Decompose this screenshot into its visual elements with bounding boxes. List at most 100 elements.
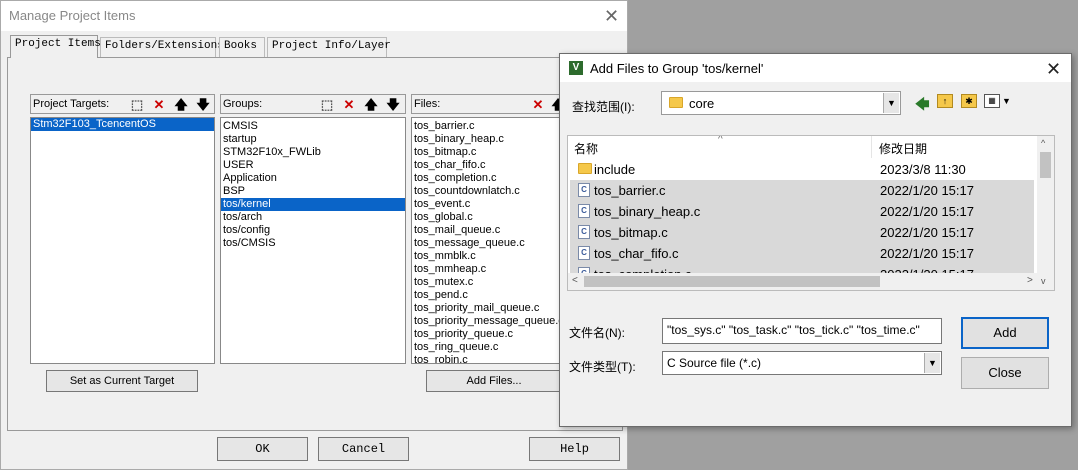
file-item[interactable]: tos_priority_message_queue.c: [412, 315, 560, 328]
scroll-right-icon[interactable]: >: [1027, 275, 1033, 286]
file-item[interactable]: tos_event.c: [412, 198, 560, 211]
app-icon: V: [569, 61, 583, 75]
sort-indicator-icon: ^: [718, 135, 723, 145]
filename-input[interactable]: "tos_sys.c" "tos_task.c" "tos_tick.c" "t…: [662, 318, 942, 344]
targets-list[interactable]: Stm32F103_TcencentOS: [30, 117, 215, 364]
filetype-select[interactable]: C Source file (*.c) ▼: [662, 351, 942, 375]
column-date-header[interactable]: 修改日期: [873, 136, 1039, 158]
delete-icon[interactable]: ✕: [341, 97, 357, 113]
view-dropdown-icon[interactable]: ▼: [1002, 96, 1011, 106]
tab-folders-extensions[interactable]: Folders/Extensions: [100, 37, 224, 57]
file-item[interactable]: tos_bitmap.c: [412, 146, 560, 159]
file-item[interactable]: tos_binary_heap.c: [412, 133, 560, 146]
file-item[interactable]: tos_mutex.c: [412, 276, 560, 289]
horizontal-scrollbar[interactable]: < >: [568, 273, 1039, 290]
help-button[interactable]: Help: [529, 437, 620, 461]
file-date: 2022/1/20 15:17: [880, 204, 974, 219]
up-folder-icon[interactable]: ↑: [937, 94, 953, 108]
file-item[interactable]: tos_ring_queue.c: [412, 341, 560, 354]
close-button[interactable]: Close: [961, 357, 1049, 389]
new-icon[interactable]: ⬚: [129, 97, 145, 113]
files-list[interactable]: tos_barrier.c tos_binary_heap.c tos_bitm…: [411, 117, 561, 364]
tab-books[interactable]: Books: [219, 37, 265, 57]
view-menu-icon[interactable]: ▦: [984, 94, 1000, 108]
list-item[interactable]: C tos_barrier.c 2022/1/20 15:17: [570, 180, 1034, 201]
file-item[interactable]: tos_countdownlatch.c: [412, 185, 560, 198]
move-down-icon[interactable]: 🡇: [195, 97, 211, 113]
filetype-value: C Source file (*.c): [667, 356, 762, 370]
file-name: tos_binary_heap.c: [594, 204, 701, 219]
manage-titlebar: Manage Project Items ✕: [1, 1, 627, 31]
file-item[interactable]: tos_char_fifo.c: [412, 159, 560, 172]
group-item[interactable]: BSP: [221, 185, 405, 198]
file-item[interactable]: tos_global.c: [412, 211, 560, 224]
delete-icon[interactable]: ✕: [151, 97, 167, 113]
group-item[interactable]: USER: [221, 159, 405, 172]
group-item[interactable]: tos/CMSIS: [221, 237, 405, 250]
scroll-down-icon[interactable]: v: [1041, 276, 1046, 286]
c-file-icon: C: [578, 183, 590, 197]
vertical-scrollbar[interactable]: ^ v: [1037, 136, 1054, 290]
file-item[interactable]: tos_priority_mail_queue.c: [412, 302, 560, 315]
files-label: Files:: [414, 98, 441, 110]
manage-title: Manage Project Items: [9, 8, 136, 23]
file-item[interactable]: tos_completion.c: [412, 172, 560, 185]
group-item[interactable]: startup: [221, 133, 405, 146]
chevron-down-icon[interactable]: ▼: [883, 93, 899, 113]
add-files-button[interactable]: Add Files...: [426, 370, 562, 392]
tab-project-items[interactable]: Project Items: [10, 35, 101, 58]
delete-icon[interactable]: ✕: [530, 97, 546, 113]
group-item[interactable]: tos/config: [221, 224, 405, 237]
move-up-icon[interactable]: 🡅: [173, 97, 189, 113]
move-up-icon[interactable]: 🡅: [363, 97, 379, 113]
group-item[interactable]: tos/arch: [221, 211, 405, 224]
file-item[interactable]: tos_robin.c: [412, 354, 560, 363]
group-item[interactable]: CMSIS: [221, 120, 405, 133]
file-name: tos_char_fifo.c: [594, 246, 679, 261]
folder-icon: [578, 163, 592, 174]
ok-button[interactable]: OK: [217, 437, 308, 461]
groups-list[interactable]: CMSIS startup STM32F10x_FWLib USER Appli…: [220, 117, 406, 364]
file-item[interactable]: tos_pend.c: [412, 289, 560, 302]
manage-project-items-dialog: Manage Project Items ✕ Project Items Fol…: [0, 0, 628, 470]
list-item[interactable]: C tos_binary_heap.c 2022/1/20 15:17: [570, 201, 1034, 222]
scroll-up-icon[interactable]: ^: [1041, 138, 1045, 148]
scroll-left-icon[interactable]: <: [572, 275, 578, 286]
group-item[interactable]: STM32F10x_FWLib: [221, 146, 405, 159]
tab-project-info-layer[interactable]: Project Info/Layer: [267, 37, 391, 57]
chevron-down-icon[interactable]: ▼: [924, 353, 940, 373]
scroll-thumb[interactable]: [1040, 152, 1051, 178]
file-item[interactable]: tos_priority_queue.c: [412, 328, 560, 341]
close-icon[interactable]: ✕: [1046, 60, 1061, 78]
file-browser-list[interactable]: 名称 ^ 修改日期 include 2023/3/8 11:30 C tos_b…: [567, 135, 1055, 291]
list-item[interactable]: include 2023/3/8 11:30: [570, 159, 1034, 180]
set-current-target-button[interactable]: Set as Current Target: [46, 370, 198, 392]
hscroll-thumb[interactable]: [584, 276, 880, 287]
c-file-icon: C: [578, 225, 590, 239]
close-icon[interactable]: ✕: [604, 7, 619, 25]
lookin-combo[interactable]: core ▼: [661, 91, 901, 115]
folder-icon: [669, 97, 683, 108]
group-item[interactable]: Application: [221, 172, 405, 185]
add-button[interactable]: Add: [961, 317, 1049, 349]
lookin-label: 查找范围(I):: [572, 100, 635, 114]
target-item[interactable]: Stm32F103_TcencentOS: [31, 118, 214, 131]
file-item[interactable]: tos_mmblk.c: [412, 250, 560, 263]
c-file-icon: C: [578, 204, 590, 218]
file-item[interactable]: tos_mmheap.c: [412, 263, 560, 276]
back-arrow-icon[interactable]: 🡄: [915, 94, 929, 118]
file-date: 2023/3/8 11:30: [880, 162, 966, 177]
move-down-icon[interactable]: 🡇: [385, 97, 401, 113]
file-item[interactable]: tos_message_queue.c: [412, 237, 560, 250]
file-date: 2022/1/20 15:17: [880, 246, 974, 261]
list-item[interactable]: C tos_bitmap.c 2022/1/20 15:17: [570, 222, 1034, 243]
new-folder-icon[interactable]: ✱: [961, 94, 977, 108]
targets-header: Project Targets: ⬚ ✕ 🡅 🡇: [30, 94, 215, 114]
list-item[interactable]: C tos_char_fifo.c 2022/1/20 15:17: [570, 243, 1034, 264]
cancel-button[interactable]: Cancel: [318, 437, 409, 461]
group-item[interactable]: tos/kernel: [221, 198, 405, 211]
file-date: 2022/1/20 15:17: [880, 183, 974, 198]
file-item[interactable]: tos_mail_queue.c: [412, 224, 560, 237]
new-icon[interactable]: ⬚: [319, 97, 335, 113]
file-item[interactable]: tos_barrier.c: [412, 120, 560, 133]
